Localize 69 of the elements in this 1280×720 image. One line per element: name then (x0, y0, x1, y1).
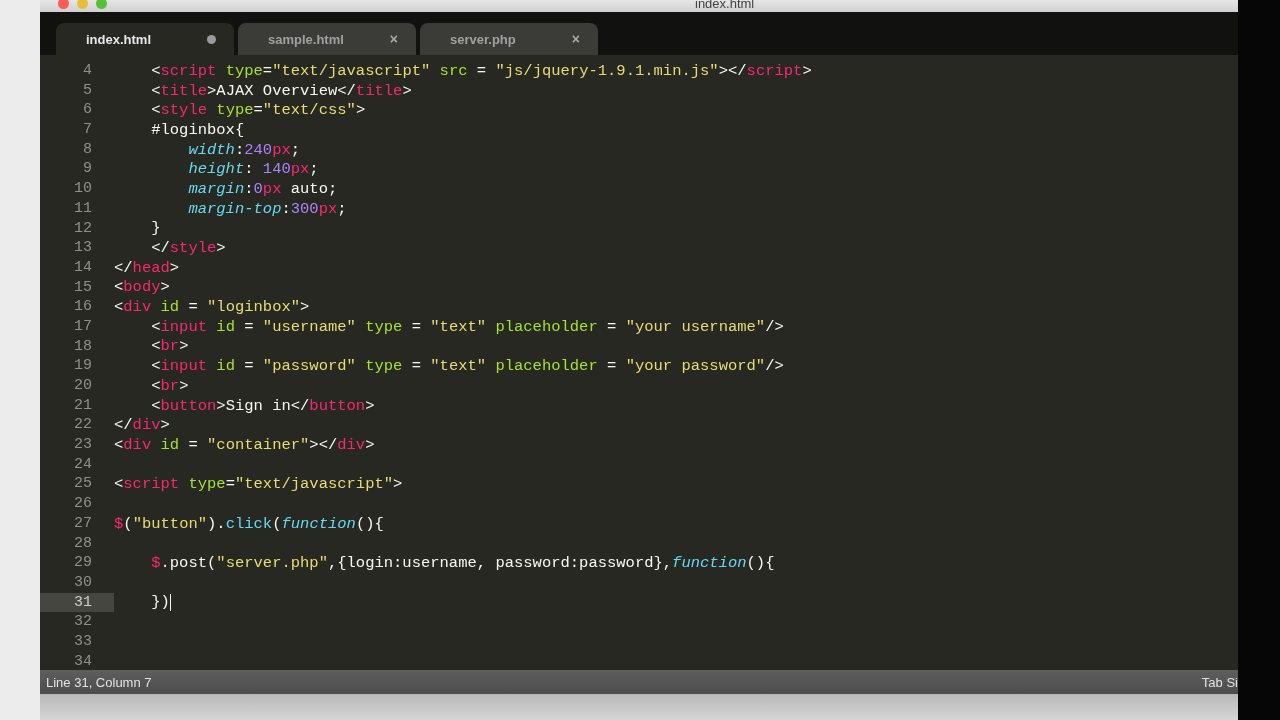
line-number: 30 (73, 572, 93, 593)
code-line: margin:0px auto; (187, 179, 338, 198)
line-number: 9 (82, 159, 93, 180)
tab-label: server.php (450, 31, 516, 47)
line-number: 10 (73, 179, 93, 199)
line-number: 24 (73, 454, 93, 475)
line-number: 4 (82, 61, 93, 81)
line-number: 13 (73, 238, 93, 258)
code-line: <title>AJAX Overview</title> (150, 81, 412, 100)
code-line: <input id = "password" type = "text" placeholder = "your password"/> (150, 357, 784, 376)
line-number: 33 (73, 631, 93, 652)
code-line: <br> (150, 337, 189, 356)
close-window-button[interactable] (58, 0, 69, 9)
line-number: 28 (73, 533, 93, 554)
code-line: <style type="text/css"> (150, 101, 366, 120)
line-number: 32 (73, 612, 93, 632)
editor-tab[interactable]: index.html (56, 23, 234, 55)
tab-label: index.html (86, 31, 151, 47)
tab-close-button[interactable]: × (389, 31, 398, 47)
line-number: 7 (82, 120, 93, 140)
line-number: 26 (73, 494, 93, 514)
line-number: 14 (73, 257, 93, 278)
line-number: 27 (73, 513, 93, 534)
line-number: 29 (73, 553, 93, 573)
line-number: 5 (82, 80, 93, 101)
code-line: <script type="text/javascript"> (114, 475, 403, 494)
code-line: <button>Sign in</button> (150, 396, 375, 415)
code-line: <div id = "container"></div> (114, 435, 375, 454)
line-number: 25 (73, 474, 93, 495)
code-line: #loginbox{ (150, 120, 245, 139)
code-line: $("button").click(function(){ (114, 514, 384, 533)
code-line: margin-top:300px; (187, 199, 347, 218)
code-line: }) (150, 593, 170, 612)
line-number: 15 (73, 277, 93, 298)
line-number: 21 (73, 395, 93, 416)
code-line: width:240px; (187, 140, 301, 159)
text-cursor (169, 593, 172, 611)
code-line: <input id = "username" type = "text" placeholder = "your username"/> (150, 317, 784, 336)
tab-close-button[interactable]: × (571, 31, 580, 47)
line-number: 23 (73, 435, 93, 455)
line-number: 12 (73, 218, 93, 239)
line-number: 11 (73, 198, 93, 219)
minimize-window-button[interactable] (77, 0, 88, 9)
line-number: 31 (40, 592, 114, 613)
line-number: 16 (73, 297, 93, 317)
code-line: $.post("server.php",{login:username, password:password},function(){ (150, 554, 775, 573)
code-line: <script type="text/javascript" src = "js/jquery-1.9.1.min.js"></script> (150, 61, 812, 80)
editor-tab[interactable]: server.php × (420, 23, 598, 55)
line-number: 8 (82, 139, 93, 160)
line-number: 17 (73, 316, 93, 337)
line-number: 6 (82, 100, 93, 121)
line-number: 22 (73, 415, 93, 436)
line-number: 20 (73, 376, 93, 396)
code-line: <body> (114, 278, 170, 297)
code-line: </head> (114, 258, 180, 277)
code-line: <br> (150, 376, 189, 395)
line-number: 34 (73, 651, 93, 670)
line-number: 18 (73, 336, 93, 357)
editor-tab[interactable]: sample.html × (238, 23, 416, 55)
zoom-window-button[interactable] (96, 0, 107, 9)
code-line: <div id = "loginbox"> (114, 298, 310, 317)
indentation-setting[interactable]: Tab Si (1201, 674, 1238, 690)
cursor-position: Line 31, Column 7 (46, 674, 152, 690)
code-line: } (150, 219, 161, 238)
code-line: height: 140px; (187, 160, 319, 179)
code-line: </div> (114, 416, 170, 435)
code-line: </style> (150, 239, 226, 258)
line-number: 19 (73, 356, 93, 376)
tab-label: sample.html (268, 31, 344, 47)
